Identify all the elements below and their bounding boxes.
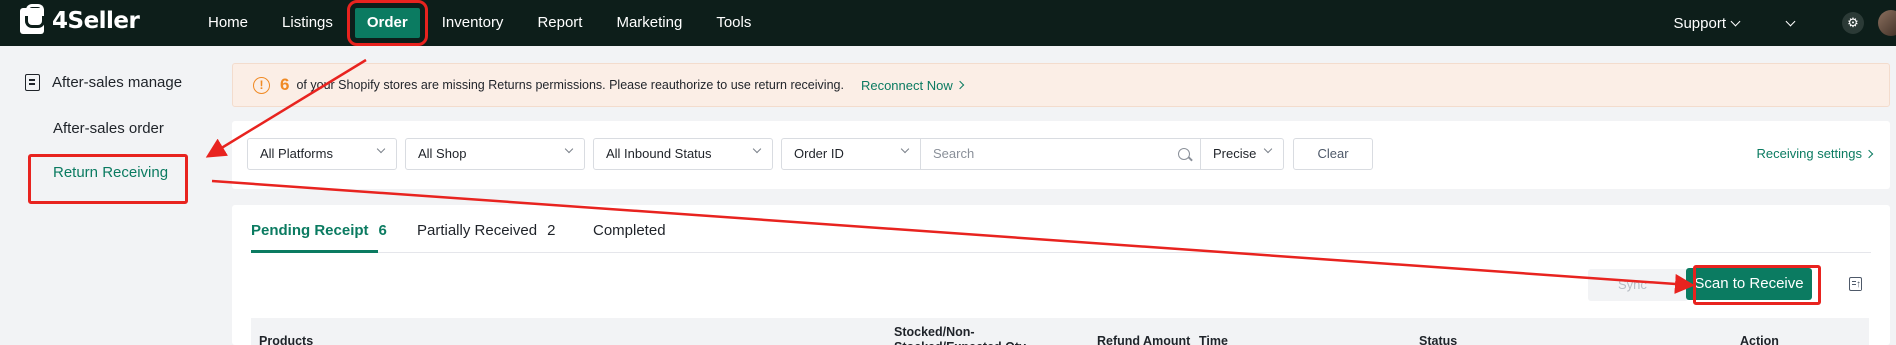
col-action: Action <box>1740 334 1779 345</box>
search-field-select[interactable]: Order ID <box>781 138 921 170</box>
tab-label: Completed <box>593 222 666 239</box>
platform-select-value: All Platforms <box>260 146 333 161</box>
nav-home[interactable]: Home <box>196 8 260 38</box>
tab-count: 2 <box>547 222 556 239</box>
search-field-value: Order ID <box>794 146 844 161</box>
chevron-down-icon <box>1730 16 1741 26</box>
shopping-bag-icon <box>20 4 45 34</box>
top-navbar: 4Seller Home Listings Order Inventory Re… <box>0 0 1896 46</box>
nav-order[interactable]: Order <box>346 0 428 46</box>
tab-partially-received[interactable]: Partially Received 2 <box>417 222 555 239</box>
banner-count: 6 <box>280 75 290 94</box>
sidebar-item-after-sales-order[interactable]: After-sales order <box>53 120 164 137</box>
warning-icon: ! <box>253 76 270 94</box>
gear-icon[interactable]: ⚙ <box>1842 12 1864 34</box>
sync-button[interactable]: Sync <box>1588 269 1688 301</box>
platform-select[interactable]: All Platforms <box>247 138 397 170</box>
col-stocked-qty: Stocked/Non-Stocked/Expected Qty <box>894 325 1026 345</box>
banner-text: of your Shopify stores are missing Retur… <box>296 78 844 92</box>
clear-button[interactable]: Clear <box>1293 138 1373 170</box>
annotation-highlight-box <box>28 154 188 204</box>
permission-warning-banner: ! 6 of your Shopify stores are missing R… <box>232 63 1890 107</box>
support-label: Support <box>1673 14 1726 32</box>
match-mode-select[interactable]: Precise <box>1200 138 1284 170</box>
document-icon <box>25 74 40 91</box>
col-time: Time <box>1199 334 1228 345</box>
status-tabs: Pending Receipt 6 Partially Received 2 Com… <box>251 205 1871 253</box>
reconnect-now-label: Reconnect Now <box>860 77 953 93</box>
col-status: Status <box>1419 334 1458 345</box>
nav-inventory[interactable]: Inventory <box>430 8 516 38</box>
chevron-down-icon <box>376 144 386 154</box>
sidebar-group-after-sales[interactable]: After-sales manage <box>25 74 182 91</box>
chevron-down-icon <box>1263 144 1273 154</box>
match-mode-value: Precise <box>1213 146 1257 161</box>
nav-marketing[interactable]: Marketing <box>604 8 694 38</box>
app-name: 4Seller <box>52 8 140 34</box>
chevron-down-icon <box>900 144 910 154</box>
chevron-down-icon[interactable] <box>1785 16 1796 26</box>
col-refund-amount: Refund Amount <box>1097 334 1191 345</box>
top-right-controls: Support ⚙ <box>1673 0 1896 46</box>
shop-select[interactable]: All Shop <box>405 138 585 170</box>
tab-label: Pending Receipt <box>251 222 369 239</box>
app-logo[interactable]: 4Seller <box>20 4 140 34</box>
tab-count: 6 <box>378 222 387 239</box>
export-icon[interactable] <box>1849 277 1862 291</box>
avatar[interactable] <box>1878 10 1896 36</box>
inbound-status-value: All Inbound Status <box>606 146 712 161</box>
tab-completed[interactable]: Completed <box>593 222 666 239</box>
search-icon <box>1178 148 1190 160</box>
chevron-down-icon <box>752 144 762 154</box>
nav-report[interactable]: Report <box>525 8 594 38</box>
tab-label: Partially Received <box>417 222 538 239</box>
chevron-right-icon <box>955 80 964 90</box>
nav-listings[interactable]: Listings <box>270 8 345 38</box>
chevron-down-icon <box>564 144 574 154</box>
receiving-settings-label: Receiving settings <box>1756 146 1863 161</box>
tab-pending-receipt[interactable]: Pending Receipt 6 <box>251 222 387 239</box>
main-nav: Home Listings Order Inventory Report Mar… <box>196 0 773 46</box>
filter-bar: All Platforms All Shop All Inbound Statu… <box>232 121 1890 189</box>
inbound-status-select[interactable]: All Inbound Status <box>593 138 773 170</box>
sidebar-group-label: After-sales manage <box>52 74 183 91</box>
annotation-highlight-box <box>1693 265 1821 305</box>
col-products: Products <box>259 334 314 345</box>
receipt-list-panel: Pending Receipt 6 Partially Received 2 Com… <box>232 205 1890 345</box>
receiving-settings-link[interactable]: Receiving settings <box>1756 146 1874 161</box>
search-input[interactable]: Search <box>920 138 1201 170</box>
reconnect-now-link[interactable]: Reconnect Now <box>860 77 964 93</box>
nav-tools[interactable]: Tools <box>704 8 763 38</box>
shop-select-value: All Shop <box>418 146 467 161</box>
table-header: Products Stocked/Non-Stocked/Expected Qt… <box>251 318 1869 345</box>
search-placeholder: Search <box>933 146 975 161</box>
support-menu[interactable]: Support <box>1673 14 1741 32</box>
chevron-right-icon <box>1864 149 1874 158</box>
active-tab-indicator <box>251 250 378 253</box>
